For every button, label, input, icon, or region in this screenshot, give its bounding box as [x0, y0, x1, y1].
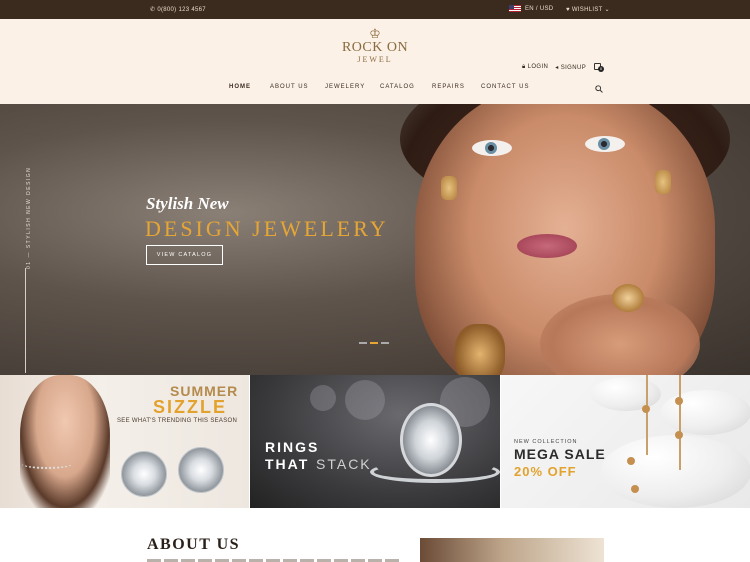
currency-label: EN / USD: [525, 5, 554, 12]
white-stone: [661, 390, 750, 435]
top-bar: ✆ 0(800) 123 4567 EN / USD ♥ WISHLIST ⌄: [0, 0, 750, 19]
banner-rings-stack[interactable]: RINGS THAT STACK: [250, 375, 500, 508]
clover-charm: [675, 431, 683, 439]
slider-dot-2[interactable]: [370, 342, 378, 344]
signup-label: SIGNUP: [560, 65, 587, 71]
nav-contact-us[interactable]: CONTACT US: [481, 84, 529, 90]
diamond-earring-left: [121, 451, 167, 497]
nav-jewelery[interactable]: JEWELERY: [325, 84, 365, 90]
hero-side-text: 01 — STYLISH NEW DESIGN: [26, 166, 32, 269]
bokeh-light: [345, 380, 385, 420]
nav-catalog[interactable]: CATALOG: [380, 84, 415, 90]
logo-text-sub: JEWEL: [357, 55, 393, 64]
hero-eye-left: [472, 140, 512, 156]
sale-discount: 20% OFF: [514, 464, 577, 479]
cart-button[interactable]: 0: [593, 60, 604, 72]
phone-text: 0(800) 123 4567: [157, 7, 206, 13]
hero-slider: 01 — STYLISH NEW DESIGN Stylish New DESI…: [0, 104, 750, 375]
sizzle-title: SIZZLE: [153, 397, 227, 417]
banner-summer-sizzle[interactable]: SUMMER SIZZLE SEE WHAT'S TRENDING THIS S…: [0, 375, 249, 508]
nav-repairs[interactable]: REPAIRS: [432, 84, 465, 90]
banner-mega-sale[interactable]: NEW COLLECTION MEGA SALE 20% OFF: [501, 375, 750, 508]
login-link[interactable]: 🔒︎ LOGIN: [522, 64, 548, 71]
nav-home[interactable]: HOME: [229, 84, 251, 90]
rings-stack: STACK: [316, 456, 372, 472]
hero-ring: [612, 284, 644, 312]
clover-charm: [642, 405, 650, 413]
phone-icon: ✆: [150, 7, 156, 13]
hero-necklace: [455, 324, 505, 375]
lock-icon: 🔒︎: [522, 64, 526, 70]
hero-side-number: 01: [26, 260, 32, 269]
clover-charm: [675, 397, 683, 405]
logo-text-main: ROCK ON: [341, 40, 409, 55]
banner-model-image: [20, 375, 110, 508]
hero-earring-right: [655, 170, 671, 194]
white-stone: [601, 435, 750, 508]
bokeh-light: [310, 385, 336, 411]
necklace-chain: [679, 375, 681, 470]
us-flag-icon: [509, 5, 521, 12]
hero-earring-left: [441, 176, 457, 200]
site-logo[interactable]: ♔ ROCK ON JEWEL: [340, 27, 410, 75]
slider-dot-3[interactable]: [381, 342, 389, 344]
nav-about-us[interactable]: ABOUT US: [270, 84, 309, 90]
crown-gem-icon: ♔: [369, 26, 381, 41]
chevron-down-icon: ⌄: [604, 7, 610, 13]
site-header: ♔ ROCK ON JEWEL 🔒︎ LOGIN ◂ SIGNUP 0 HOME A…: [0, 19, 750, 104]
hero-side-line: [25, 268, 26, 373]
login-label: LOGIN: [527, 64, 549, 70]
hero-side-label: STYLISH NEW DESIGN: [26, 166, 32, 249]
diamond-earring-right: [178, 447, 224, 493]
heart-icon: ♥: [566, 7, 570, 13]
megaphone-icon: ◂: [555, 65, 559, 71]
summer-subtitle: SEE WHAT'S TRENDING THIS SEASON: [117, 418, 238, 424]
hero-lips: [517, 234, 577, 258]
banner-necklace: [22, 459, 72, 469]
currency-selector[interactable]: EN / USD: [509, 5, 553, 12]
hero-headline: DESIGN JEWELERY: [145, 216, 389, 241]
wishlist-dropdown[interactable]: ♥ WISHLIST ⌄: [566, 6, 610, 13]
cart-count-badge: 0: [598, 66, 604, 72]
rings-title: RINGS: [265, 439, 320, 455]
slider-dots: [359, 342, 389, 344]
sale-title: MEGA SALE: [514, 446, 606, 462]
white-stone: [591, 377, 661, 411]
clover-charm: [631, 485, 639, 493]
hero-eye-right: [585, 136, 625, 152]
wishlist-label: WISHLIST: [571, 7, 603, 13]
about-us-heading: ABOUT US: [147, 536, 241, 553]
oval-diamond-ring: [400, 403, 462, 477]
auth-links: 🔒︎ LOGIN ◂ SIGNUP: [522, 64, 586, 71]
about-image: [420, 538, 604, 562]
clover-charm: [627, 457, 635, 465]
slider-dot-1[interactable]: [359, 342, 367, 344]
signup-link[interactable]: ◂ SIGNUP: [555, 64, 586, 71]
view-catalog-button[interactable]: VIEW CATALOG: [146, 245, 223, 265]
necklace-chain: [646, 375, 648, 455]
hero-side-caption: 01 — STYLISH NEW DESIGN: [19, 167, 33, 373]
hero-script-title: Stylish New: [146, 194, 229, 213]
rings-that: THAT: [265, 456, 310, 472]
search-icon[interactable]: [595, 85, 603, 93]
sale-kicker: NEW COLLECTION: [514, 439, 578, 445]
phone-number[interactable]: ✆ 0(800) 123 4567: [150, 6, 206, 13]
